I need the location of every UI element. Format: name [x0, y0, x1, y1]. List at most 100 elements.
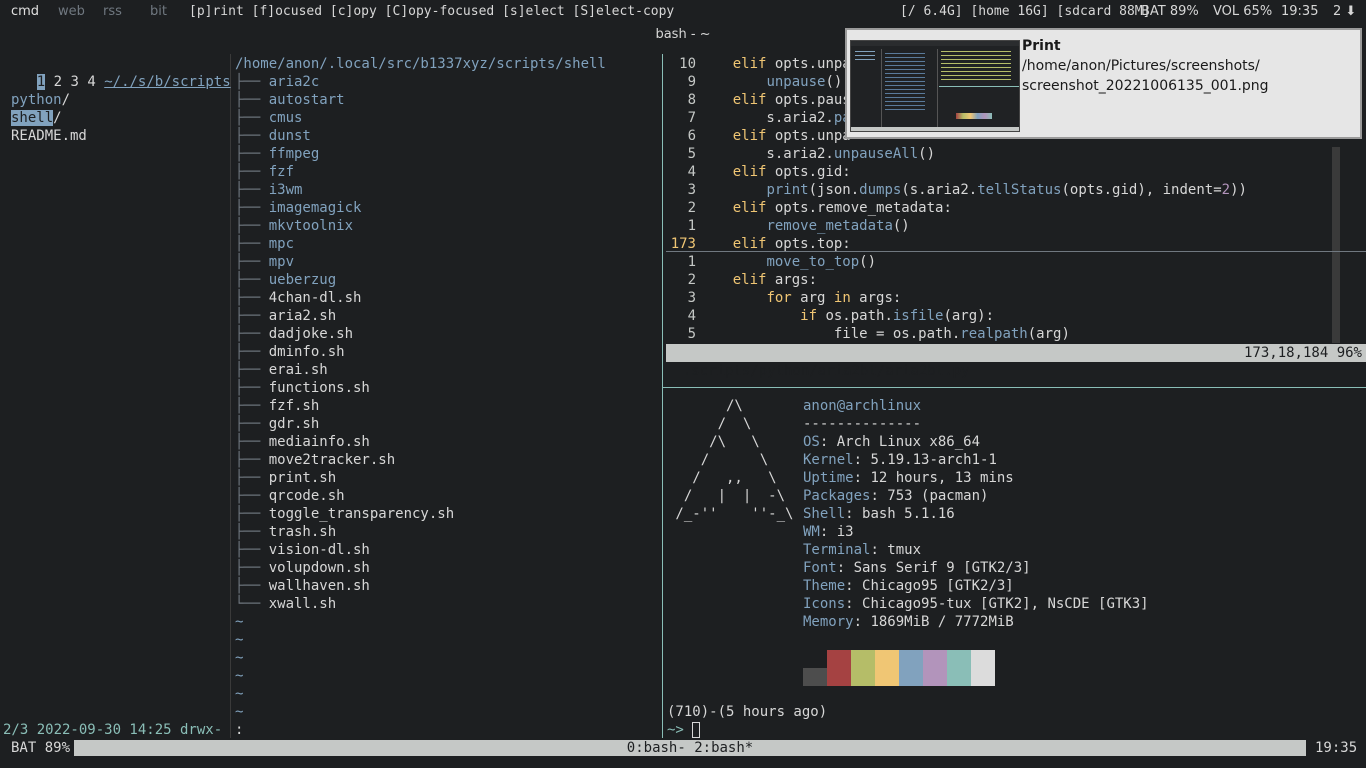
line-number: 4	[687, 164, 696, 180]
lf-tab-1[interactable]: 1	[36, 74, 46, 90]
tree-entry-name: functions.sh	[268, 380, 370, 396]
list-item[interactable]: ├── aria2.sh	[235, 307, 336, 325]
neofetch-info-row: WM: i3	[803, 524, 854, 540]
list-item[interactable]: python/	[11, 91, 70, 109]
line-number: 2	[687, 272, 696, 288]
tree-entry-name: aria2.sh	[268, 308, 337, 324]
code-line[interactable]: print(json.dumps(s.aria2.tellStatus(opts…	[699, 181, 1247, 199]
code-line[interactable]: elif opts.unpa	[699, 55, 851, 73]
workspace-tab-bit[interactable]: bit	[150, 4, 167, 19]
code-line[interactable]: elif args:	[699, 271, 817, 289]
vim-scrollbar[interactable]	[1332, 147, 1340, 343]
code-line[interactable]: elif opts.remove_metadata:	[699, 199, 952, 217]
color-swatch	[875, 650, 899, 686]
tree-branch: ├──	[235, 92, 269, 108]
notification-path: /home/anon/Pictures/screenshots/	[1022, 58, 1260, 74]
screenshot-notification[interactable]: Print /home/anon/Pictures/screenshots/ s…	[845, 28, 1362, 139]
list-item[interactable]: ├── 4chan-dl.sh	[235, 289, 361, 307]
list-item[interactable]: ├── move2tracker.sh	[235, 451, 395, 469]
tree-entry-name: 4chan-dl.sh	[268, 290, 362, 306]
list-item[interactable]: ├── imagemagick	[235, 199, 361, 217]
list-item[interactable]: ├── cmus	[235, 109, 302, 127]
list-item-selected[interactable]: shell/	[11, 109, 62, 127]
list-item[interactable]: ├── dminfo.sh	[235, 343, 345, 361]
lf-tab-4[interactable]: 4	[87, 74, 95, 90]
tree-entry-name: i3wm	[268, 182, 303, 198]
list-item[interactable]: ├── i3wm	[235, 181, 302, 199]
list-item[interactable]: ├── ueberzug	[235, 271, 336, 289]
list-item[interactable]: ├── toggle_transparency.sh	[235, 505, 454, 523]
list-item[interactable]: ├── gdr.sh	[235, 415, 319, 433]
neofetch-info-row: Icons: Chicago95-tux [GTK2], NsCDE [GTK3…	[803, 596, 1149, 612]
shell-prompt[interactable]: ~>	[667, 721, 701, 739]
cursorline	[666, 251, 1366, 252]
list-item[interactable]: └── xwall.sh	[235, 595, 336, 613]
terminal-cursor	[692, 722, 701, 738]
tree-entry-name: mediainfo.sh	[268, 434, 370, 450]
workspace-tab-cmd[interactable]: cmd	[11, 4, 39, 19]
tree-branch: └──	[235, 596, 269, 612]
arch-logo-line: /_-'' ''-_\	[667, 506, 794, 522]
tree-entry-name: fzf.sh	[268, 398, 320, 414]
list-item[interactable]: ├── autostart	[235, 91, 345, 109]
code-line[interactable]: file = os.path.realpath(arg)	[699, 325, 1070, 343]
list-item[interactable]: ├── aria2c	[235, 73, 319, 91]
list-item[interactable]: ├── dunst	[235, 127, 311, 145]
tree-entry-name: vision-dl.sh	[268, 542, 370, 558]
list-item[interactable]: ├── mediainfo.sh	[235, 433, 370, 451]
tree-entry-name: erai.sh	[268, 362, 328, 378]
code-line[interactable]: s.aria2.pa	[699, 109, 850, 127]
list-item[interactable]: ├── mkvtoolnix	[235, 217, 353, 235]
code-line[interactable]: s.aria2.unpauseAll()	[699, 145, 935, 163]
tree-entry-name: dadjoke.sh	[268, 326, 354, 342]
code-line[interactable]: elif opts.gid:	[699, 163, 851, 181]
info-value: Chicago95 [GTK2/3]	[862, 578, 1014, 594]
code-line[interactable]: move_to_top()	[699, 253, 876, 271]
arch-logo-line: / ,, \	[667, 470, 777, 486]
tree-branch: ├──	[235, 308, 269, 324]
workspace-tab-rss[interactable]: rss	[103, 4, 122, 19]
list-item[interactable]: ├── vision-dl.sh	[235, 541, 370, 559]
info-value: i3	[836, 524, 854, 540]
tree-command-line[interactable]: :	[235, 721, 243, 739]
list-item[interactable]: ├── print.sh	[235, 469, 336, 487]
tree-branch: ├──	[235, 380, 269, 396]
code-line[interactable]: for arg in args:	[699, 289, 901, 307]
code-line[interactable]: unpause()	[699, 73, 842, 91]
workspace-tab-web[interactable]: web	[58, 4, 85, 19]
code-line[interactable]: elif opts.paus	[699, 91, 851, 109]
code-line[interactable]: elif opts.unpa	[699, 127, 851, 145]
list-item[interactable]: ├── wallhaven.sh	[235, 577, 370, 595]
tree-branch: ├──	[235, 362, 269, 378]
list-item[interactable]: README.md	[11, 127, 87, 145]
list-item[interactable]: ├── mpv	[235, 253, 294, 271]
disk-usage: [/ 6.4G] [home 16G] [sdcard 88M]	[900, 4, 1151, 19]
code-line[interactable]: remove_metadata()	[699, 217, 909, 235]
list-item[interactable]: ├── functions.sh	[235, 379, 370, 397]
info-key: Kernel	[803, 452, 854, 468]
list-item[interactable]: ├── fzf	[235, 163, 294, 181]
list-item[interactable]: ├── mpc	[235, 235, 294, 253]
tmux-window-list[interactable]: 0:bash- 2:bash*	[74, 740, 1306, 756]
list-item[interactable]: ├── erai.sh	[235, 361, 328, 379]
line-number: 10	[679, 56, 696, 72]
tree-branch: ├──	[235, 326, 269, 342]
list-item[interactable]: ├── fzf.sh	[235, 397, 319, 415]
tree-entry-name: print.sh	[268, 470, 337, 486]
color-swatch	[947, 650, 971, 686]
lf-tab-3[interactable]: 3	[70, 74, 78, 90]
list-item[interactable]: ├── volupdown.sh	[235, 559, 370, 577]
list-item[interactable]: ├── dadjoke.sh	[235, 325, 353, 343]
list-item[interactable]: ├── trash.sh	[235, 523, 336, 541]
code-line[interactable]: if os.path.isfile(arg):	[699, 307, 994, 325]
tree-entry-name: ffmpeg	[268, 146, 320, 162]
info-value: Sans Serif 9 [GTK2/3]	[853, 560, 1031, 576]
lf-tab-2[interactable]: 2	[54, 74, 62, 90]
arch-logo-line: / \	[667, 416, 752, 432]
list-item[interactable]: ├── ffmpeg	[235, 145, 319, 163]
color-swatch	[971, 650, 995, 686]
tree-entry-name: trash.sh	[268, 524, 337, 540]
list-item[interactable]: ├── qrcode.sh	[235, 487, 345, 505]
updates-indicator[interactable]: 2 ⬇	[1333, 4, 1356, 19]
info-key: Memory	[803, 614, 854, 630]
